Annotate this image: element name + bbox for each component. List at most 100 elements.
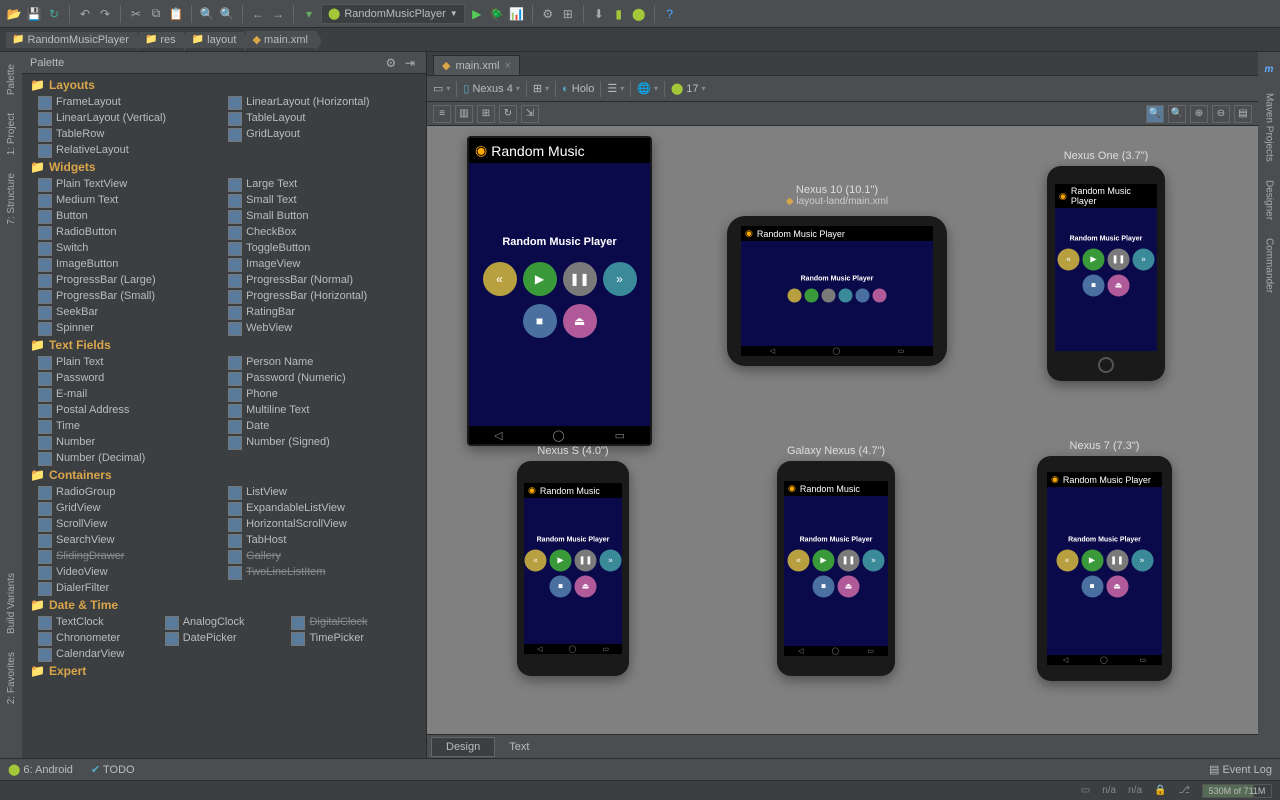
palette-item[interactable]: Small Text: [216, 192, 406, 208]
refresh-icon[interactable]: ↻: [499, 105, 517, 123]
palette-group-header[interactable]: 📁 Containers: [22, 466, 426, 484]
rail-build-variants[interactable]: Build Variants: [6, 569, 17, 638]
help-icon[interactable]: ?: [662, 6, 678, 22]
device-preview-galaxynexus[interactable]: Galaxy Nexus (4.7") ◉Random Music Random…: [777, 461, 895, 676]
palette-item[interactable]: HorizontalScrollView: [216, 516, 406, 532]
palette-item[interactable]: DigitalClock: [279, 614, 406, 630]
tab-design[interactable]: Design: [431, 737, 495, 757]
palette-item[interactable]: TextClock: [26, 614, 153, 630]
view-normal-icon[interactable]: ≡: [433, 105, 451, 123]
run-icon[interactable]: ▶: [469, 6, 485, 22]
device-preview-nexuss[interactable]: Nexus S (4.0") ◉Random Music Random Musi…: [517, 461, 629, 676]
back-icon[interactable]: ←: [250, 6, 266, 22]
locale-dropdown[interactable]: 🌐▾: [637, 82, 658, 95]
tool-android[interactable]: ⬤ 6: Android: [8, 763, 73, 776]
device-preview-nexus10[interactable]: Nexus 10 (10.1") ◆ layout-land/main.xml …: [727, 216, 947, 366]
activity-dropdown[interactable]: ☰▾: [607, 82, 624, 95]
palette-group-header[interactable]: 📁 Widgets: [22, 158, 426, 176]
find-icon[interactable]: 🔍: [199, 6, 215, 22]
palette-item[interactable]: Plain Text: [26, 354, 216, 370]
palette-item[interactable]: CheckBox: [216, 224, 406, 240]
palette-item[interactable]: ToggleButton: [216, 240, 406, 256]
palette-item[interactable]: LinearLayout (Horizontal): [216, 94, 406, 110]
palette-item[interactable]: Number: [26, 434, 216, 450]
palette-item[interactable]: SlidingDrawer: [26, 548, 216, 564]
palette-item[interactable]: RelativeLayout: [26, 142, 216, 158]
view-both-icon[interactable]: ⊞: [477, 105, 495, 123]
palette-item[interactable]: TabHost: [216, 532, 406, 548]
palette-item[interactable]: GridView: [26, 500, 216, 516]
palette-item[interactable]: ListView: [216, 484, 406, 500]
palette-item[interactable]: TableRow: [26, 126, 216, 142]
palette-item[interactable]: ProgressBar (Horizontal): [216, 288, 406, 304]
palette-item[interactable]: DialerFilter: [26, 580, 216, 596]
palette-item[interactable]: ImageView: [216, 256, 406, 272]
palette-item[interactable]: Chronometer: [26, 630, 153, 646]
palette-item[interactable]: Postal Address: [26, 402, 216, 418]
palette-item[interactable]: Time: [26, 418, 216, 434]
palette-item[interactable]: SearchView: [26, 532, 216, 548]
profile-icon[interactable]: 📊: [509, 6, 525, 22]
debug-icon[interactable]: 🪲: [489, 6, 505, 22]
sdk-icon[interactable]: ⬇: [591, 6, 607, 22]
rail-favorites[interactable]: 2: Favorites: [6, 648, 17, 708]
device-preview-nexusone[interactable]: Nexus One (3.7") ◉Random Music Player Ra…: [1047, 166, 1165, 381]
settings-icon[interactable]: ▤: [1234, 105, 1252, 123]
palette-item[interactable]: LinearLayout (Vertical): [26, 110, 216, 126]
palette-item[interactable]: Password (Numeric): [216, 370, 406, 386]
palette-item[interactable]: CalendarView: [26, 646, 153, 662]
expand-icon[interactable]: ⇲: [521, 105, 539, 123]
zoom-actual-icon[interactable]: 🔍: [1168, 105, 1186, 123]
crumb-project[interactable]: 📁RandomMusicPlayer: [6, 32, 137, 48]
palette-item[interactable]: Number (Decimal): [26, 450, 216, 466]
undo-icon[interactable]: ↶: [77, 6, 93, 22]
palette-item[interactable]: Large Text: [216, 176, 406, 192]
palette-item[interactable]: Plain TextView: [26, 176, 216, 192]
paste-icon[interactable]: 📋: [168, 6, 184, 22]
palette-item[interactable]: ExpandableListView: [216, 500, 406, 516]
palette-item[interactable]: RatingBar: [216, 304, 406, 320]
rail-maven[interactable]: Maven Projects: [1264, 89, 1275, 166]
avd-icon[interactable]: ▮: [611, 6, 627, 22]
palette-item[interactable]: ScrollView: [26, 516, 216, 532]
replace-icon[interactable]: 🔍: [219, 6, 235, 22]
close-icon[interactable]: ×: [504, 60, 510, 72]
settings-icon[interactable]: ⚙: [540, 6, 556, 22]
palette-item[interactable]: Date: [216, 418, 406, 434]
tab-text[interactable]: Text: [495, 738, 543, 756]
copy-icon[interactable]: ⧉: [148, 6, 164, 22]
api-dropdown[interactable]: ⬤17▾: [671, 82, 706, 95]
palette-item[interactable]: Gallery: [216, 548, 406, 564]
palette-item[interactable]: WebView: [216, 320, 406, 336]
save-icon[interactable]: 💾: [26, 6, 42, 22]
palette-item[interactable]: Button: [26, 208, 216, 224]
palette-item[interactable]: Switch: [26, 240, 216, 256]
palette-group-header[interactable]: 📁 Text Fields: [22, 336, 426, 354]
lock-icon[interactable]: 🔒: [1154, 785, 1166, 796]
zoom-out-icon[interactable]: ⊖: [1212, 105, 1230, 123]
palette-group-header[interactable]: 📁 Date & Time: [22, 596, 426, 614]
crumb-res[interactable]: 📁res: [139, 32, 184, 48]
structure-icon[interactable]: ⊞: [560, 6, 576, 22]
palette-item[interactable]: Person Name: [216, 354, 406, 370]
rail-structure[interactable]: 7: Structure: [6, 169, 17, 229]
theme-dropdown[interactable]: ◐Holo: [562, 83, 594, 95]
palette-item[interactable]: RadioGroup: [26, 484, 216, 500]
ddms-icon[interactable]: ⬤: [631, 6, 647, 22]
git-icon[interactable]: ⎇: [1178, 785, 1190, 796]
zoom-in-icon[interactable]: ⊕: [1190, 105, 1208, 123]
palette-item[interactable]: VideoView: [26, 564, 216, 580]
view-blueprint-icon[interactable]: ▥: [455, 105, 473, 123]
palette-item[interactable]: RadioButton: [26, 224, 216, 240]
palette-item[interactable]: ProgressBar (Small): [26, 288, 216, 304]
crumb-layout[interactable]: 📁layout: [186, 32, 245, 48]
gear-icon[interactable]: ⚙: [383, 55, 399, 71]
device-preview-main[interactable]: ◉Random Music Random Music Player « ▶ ❚❚…: [467, 136, 652, 446]
palette-group-header[interactable]: 📁 Expert: [22, 662, 426, 680]
palette-item[interactable]: TableLayout: [216, 110, 406, 126]
palette-item[interactable]: ProgressBar (Large): [26, 272, 216, 288]
tool-todo[interactable]: ✔ TODO: [91, 763, 135, 776]
config-dropdown[interactable]: ⊞▾: [533, 82, 549, 95]
make-icon[interactable]: ▾: [301, 6, 317, 22]
rail-commander[interactable]: Commander: [1264, 234, 1275, 297]
